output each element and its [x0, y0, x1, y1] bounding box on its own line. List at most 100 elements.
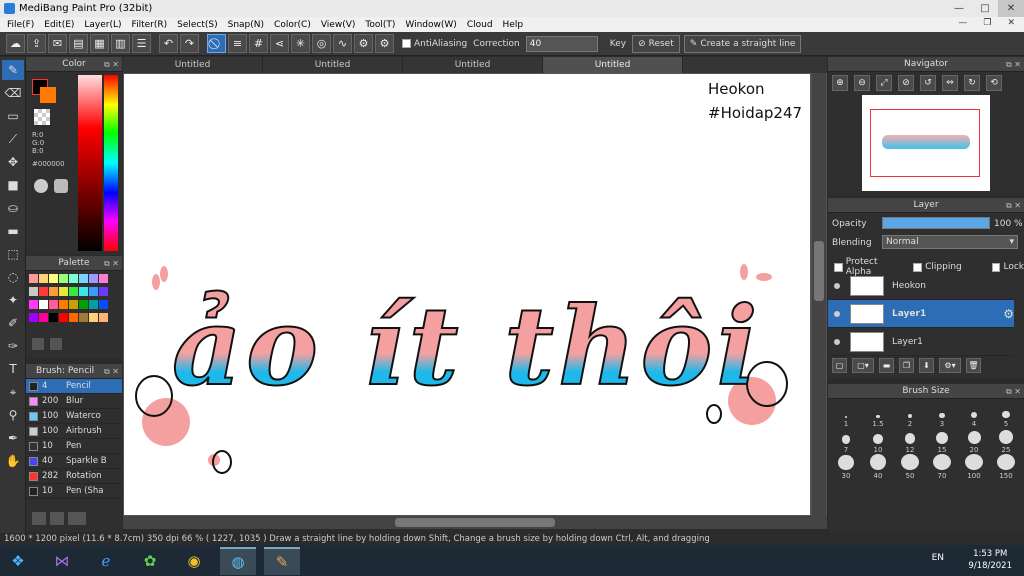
- menu-restore-button[interactable]: ❐: [978, 18, 996, 28]
- hue-slider[interactable]: [104, 75, 118, 251]
- brush-size-cell[interactable]: 7: [830, 428, 862, 454]
- menu-layer[interactable]: Layer(L): [79, 20, 126, 30]
- settings-snap-icon[interactable]: ⚙: [354, 34, 373, 53]
- select-eraser-tool-icon[interactable]: ✑: [2, 336, 24, 356]
- palette-swatch[interactable]: [79, 300, 88, 309]
- menu-close-button[interactable]: ✕: [1002, 18, 1020, 28]
- menu-window[interactable]: Window(W): [400, 20, 461, 30]
- palette-swatch[interactable]: [89, 274, 98, 283]
- menu-minimize-button[interactable]: —: [953, 18, 972, 28]
- move-tool-icon[interactable]: ✥: [2, 152, 24, 172]
- secondary-color-swatch[interactable]: [40, 87, 56, 103]
- palette-swatch[interactable]: [89, 300, 98, 309]
- palette-swatch[interactable]: [49, 300, 58, 309]
- palette-delete-icon[interactable]: [50, 338, 62, 350]
- brush-size-cell[interactable]: 40: [862, 454, 894, 480]
- panel-float-icon[interactable]: ⧉ ✕: [1006, 57, 1021, 72]
- panel-float-icon[interactable]: ⧉ ✕: [1006, 198, 1021, 213]
- redo-icon[interactable]: ↷: [180, 34, 199, 53]
- share-icon[interactable]: ⇪: [27, 34, 46, 53]
- rectangle-tool-icon[interactable]: ▭: [2, 106, 24, 126]
- lasso-tool-icon[interactable]: ◌: [2, 267, 24, 287]
- brush-size-cell[interactable]: 1: [830, 402, 862, 428]
- brush-row[interactable]: 100 Airbrush: [26, 424, 122, 439]
- gear-icon[interactable]: ⚙: [375, 34, 394, 53]
- visibility-icon[interactable]: [834, 282, 840, 289]
- brush-size-cell[interactable]: 2: [894, 402, 926, 428]
- saturation-value-box[interactable]: [78, 75, 102, 251]
- drawing-canvas[interactable]: Heokon #Hoidap247 ảo ít thôi: [124, 74, 810, 515]
- app-green-icon[interactable]: ✿: [132, 547, 168, 575]
- list-icon[interactable]: ☰: [132, 34, 151, 53]
- menu-color[interactable]: Color(C): [269, 20, 316, 30]
- transparent-swatch[interactable]: [34, 109, 50, 125]
- palette-swatch[interactable]: [29, 287, 38, 296]
- page-icon[interactable]: ▦: [90, 34, 109, 53]
- zoom-out-icon[interactable]: ⊖: [854, 75, 870, 91]
- brush-row[interactable]: 200 Blur: [26, 394, 122, 409]
- text-tool-icon[interactable]: T: [2, 359, 24, 379]
- visibility-icon[interactable]: [834, 338, 840, 345]
- menu-tool[interactable]: Tool(T): [360, 20, 400, 30]
- brush-size-cell[interactable]: 4: [958, 402, 990, 428]
- brush-row[interactable]: 10 Pen (Sha: [26, 484, 122, 499]
- brush-row[interactable]: 100 Waterco: [26, 409, 122, 424]
- snap-off-icon[interactable]: ⃠: [207, 34, 226, 53]
- palette-swatch[interactable]: [39, 300, 48, 309]
- color-picker-icon[interactable]: [54, 179, 68, 193]
- palette-swatch[interactable]: [69, 313, 78, 322]
- vertical-scrollbar[interactable]: [812, 73, 826, 516]
- comment-icon[interactable]: ✉: [48, 34, 67, 53]
- gradient-tool-icon[interactable]: ▬: [2, 221, 24, 241]
- brush-size-cell[interactable]: 1.5: [862, 402, 894, 428]
- palette-swatch[interactable]: [59, 313, 68, 322]
- internet-explorer-icon[interactable]: ℯ: [88, 547, 124, 575]
- blending-select[interactable]: Normal ▾: [882, 235, 1018, 249]
- palette-swatch[interactable]: [99, 287, 108, 296]
- palette-swatch[interactable]: [89, 313, 98, 322]
- grid-icon[interactable]: ▥: [111, 34, 130, 53]
- maximize-button[interactable]: □: [972, 0, 998, 17]
- brush-size-cell[interactable]: 30: [830, 454, 862, 480]
- navigator-preview[interactable]: [862, 95, 990, 191]
- rotate-right-icon[interactable]: ↻: [964, 75, 980, 91]
- fill-rect-tool-icon[interactable]: ■: [2, 175, 24, 195]
- horizontal-scrollbar[interactable]: [123, 516, 827, 529]
- close-button[interactable]: ✕: [998, 0, 1024, 17]
- palette-swatch[interactable]: [59, 300, 68, 309]
- palette-swatch[interactable]: [99, 313, 108, 322]
- panel-float-icon[interactable]: ⧉ ✕: [104, 256, 119, 271]
- divide-tool-icon[interactable]: ⌖: [2, 382, 24, 402]
- brush-size-cell[interactable]: 10: [862, 428, 894, 454]
- correction-select[interactable]: 40: [525, 35, 598, 52]
- visibility-icon[interactable]: [834, 310, 840, 317]
- brush-size-cell[interactable]: 70: [926, 454, 958, 480]
- palette-swatch[interactable]: [99, 274, 108, 283]
- palette-swatch[interactable]: [29, 274, 38, 283]
- brush-copy-icon[interactable]: [50, 512, 64, 525]
- brush-add-icon[interactable]: [32, 512, 46, 525]
- eyedropper-tool-icon[interactable]: ⚲: [2, 405, 24, 425]
- fit-icon[interactable]: ⤢: [876, 75, 892, 91]
- delete-layer-icon[interactable]: 🗑: [966, 358, 981, 373]
- zoom-in-icon[interactable]: ⊕: [832, 75, 848, 91]
- palette-swatch[interactable]: [49, 287, 58, 296]
- lock-checkbox[interactable]: [991, 262, 1001, 272]
- menu-edit[interactable]: Edit(E): [39, 20, 79, 30]
- cloud-icon[interactable]: ☁: [6, 34, 25, 53]
- gear-icon[interactable]: ⚙: [1003, 307, 1014, 321]
- flip-icon[interactable]: ⇔: [942, 75, 958, 91]
- new-layer-icon[interactable]: ▢: [832, 358, 847, 373]
- language-indicator[interactable]: EN: [932, 553, 944, 563]
- reset-view-icon[interactable]: ⟲: [986, 75, 1002, 91]
- menu-help[interactable]: Help: [498, 20, 529, 30]
- brush-row[interactable]: 40 Sparkle B: [26, 454, 122, 469]
- new-layer-menu-icon[interactable]: ▢▾: [852, 358, 874, 373]
- straight-line-button[interactable]: ✎ Create a straight line: [683, 34, 802, 53]
- windows-start-icon[interactable]: ❖: [0, 547, 36, 575]
- circle-snap-icon[interactable]: ◎: [312, 34, 331, 53]
- layer-row-selected[interactable]: Layer1 ⚙: [828, 300, 1014, 328]
- duplicate-layer-icon[interactable]: ❐: [899, 358, 914, 373]
- palette-swatch[interactable]: [49, 274, 58, 283]
- tab-untitled-3[interactable]: Untitled: [403, 57, 543, 73]
